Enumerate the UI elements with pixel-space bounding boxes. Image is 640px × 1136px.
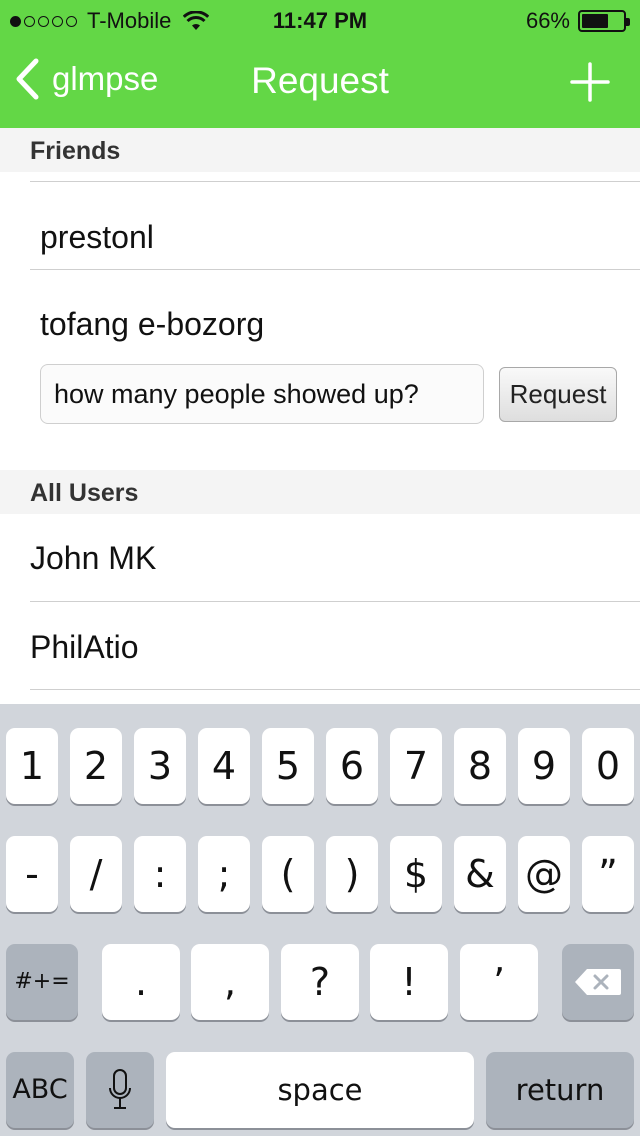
- key-return[interactable]: return: [486, 1052, 634, 1128]
- key-open-paren[interactable]: (: [262, 836, 314, 912]
- backspace-icon: [575, 969, 621, 995]
- user-name: PhilAtio: [30, 629, 139, 665]
- row-divider: [30, 689, 640, 690]
- page-title: Request: [251, 60, 389, 101]
- friend-name: tofang e-bozorg: [40, 306, 265, 342]
- key-at[interactable]: @: [518, 836, 570, 912]
- key-6[interactable]: 6: [326, 728, 378, 804]
- navigation-bar: glmpse Request: [0, 40, 640, 128]
- status-bar: T-Mobile 11:47 PM 66%: [0, 0, 640, 40]
- key-comma[interactable]: ,: [191, 944, 269, 1020]
- key-colon[interactable]: :: [134, 836, 186, 912]
- key-abc[interactable]: ABC: [6, 1052, 74, 1128]
- key-8[interactable]: 8: [454, 728, 506, 804]
- delete-key[interactable]: [562, 944, 634, 1020]
- key-0[interactable]: 0: [582, 728, 634, 804]
- battery-percent: 66%: [525, 8, 570, 33]
- user-row-philatio[interactable]: PhilAtio: [0, 602, 640, 690]
- key-5[interactable]: 5: [262, 728, 314, 804]
- key-hyphen[interactable]: -: [6, 836, 58, 912]
- key-semicolon[interactable]: ;: [198, 836, 250, 912]
- key-1[interactable]: 1: [6, 728, 58, 804]
- key-exclamation[interactable]: !: [370, 944, 448, 1020]
- microphone-icon: [109, 1069, 131, 1109]
- keyboard: 1 2 3 4 5 6 7 8 9 0 - / : ; ( ) $ & @ ” …: [0, 704, 640, 1136]
- key-more-symbols[interactable]: #+=: [6, 944, 78, 1020]
- add-icon[interactable]: [570, 62, 610, 102]
- request-question-input[interactable]: how many people showed up?: [40, 364, 484, 424]
- battery-fill: [582, 14, 609, 28]
- key-close-paren[interactable]: ): [326, 836, 378, 912]
- friend-row-prestonl[interactable]: prestonl: [0, 182, 640, 269]
- user-row-john-mk[interactable]: John MK: [0, 514, 640, 602]
- key-apostrophe[interactable]: ’: [460, 944, 538, 1020]
- key-4[interactable]: 4: [198, 728, 250, 804]
- key-ampersand[interactable]: &: [454, 836, 506, 912]
- key-dollar[interactable]: $: [390, 836, 442, 912]
- friends-section-header: Friends: [0, 128, 640, 172]
- key-3[interactable]: 3: [134, 728, 186, 804]
- header-bar: T-Mobile 11:47 PM 66% glmpse Request: [0, 0, 640, 128]
- request-button[interactable]: Request: [499, 367, 617, 422]
- friend-name: prestonl: [40, 219, 154, 255]
- key-9[interactable]: 9: [518, 728, 570, 804]
- user-name: John MK: [30, 540, 157, 576]
- key-7[interactable]: 7: [390, 728, 442, 804]
- status-right: 66%: [525, 8, 630, 34]
- key-2[interactable]: 2: [70, 728, 122, 804]
- key-quote[interactable]: ”: [582, 836, 634, 912]
- all-users-section-header: All Users: [0, 470, 640, 514]
- key-space[interactable]: space: [166, 1052, 474, 1128]
- battery-icon: [578, 10, 630, 32]
- key-question[interactable]: ?: [281, 944, 359, 1020]
- dictation-key[interactable]: [86, 1052, 154, 1128]
- key-slash[interactable]: /: [70, 836, 122, 912]
- key-period[interactable]: .: [102, 944, 180, 1020]
